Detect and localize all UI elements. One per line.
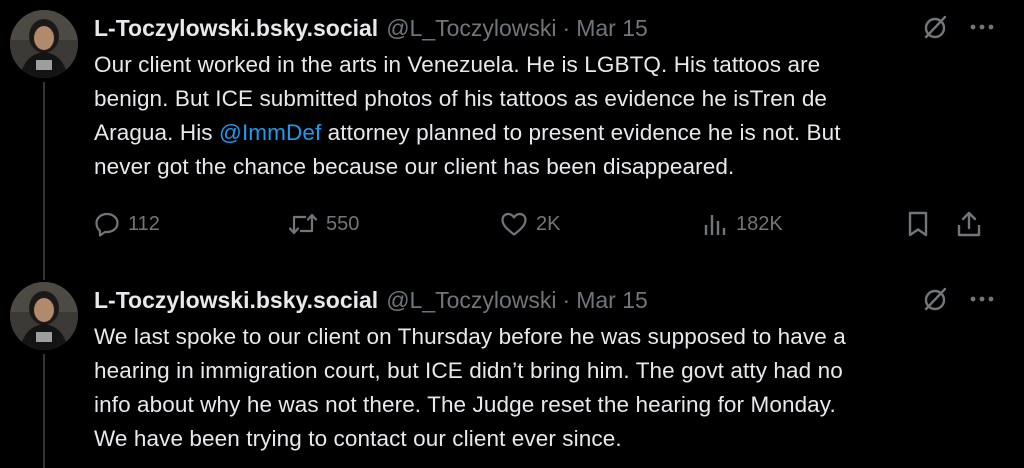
text-line: hearing in immigration court, but ICE di… — [94, 358, 843, 383]
text-line: never got the chance because our client … — [94, 154, 735, 179]
like-icon — [501, 212, 527, 236]
separator-dot: · — [562, 286, 571, 313]
tweet-header: L-Toczylowski.bsky.social @L_Toczylowski… — [94, 284, 648, 316]
grok-icon[interactable] — [922, 14, 948, 40]
text-line: Our client worked in the arts in Venezue… — [94, 52, 821, 77]
more-icon[interactable] — [970, 295, 994, 303]
like-button[interactable]: 2K — [500, 206, 560, 242]
avatar[interactable] — [10, 10, 78, 78]
text-line: info about why he was not there. The Jud… — [94, 392, 836, 417]
views-count: 182K — [736, 212, 783, 235]
tweet-header: L-Toczylowski.bsky.social @L_Toczylowski… — [94, 12, 648, 44]
bookmark-icon — [908, 211, 928, 237]
author-name[interactable]: L-Toczylowski.bsky.social — [94, 15, 378, 42]
tweet-date[interactable]: Mar 15 — [576, 15, 648, 42]
views-button[interactable]: 182K — [702, 206, 783, 242]
avatar[interactable] — [10, 282, 78, 350]
grok-icon[interactable] — [922, 286, 948, 312]
reply-icon — [95, 212, 119, 237]
reply-button[interactable]: 112 — [94, 206, 160, 242]
repost-count: 550 — [326, 212, 360, 235]
repost-button[interactable]: 550 — [288, 206, 359, 242]
text-line: Aragua. His @ImmDef attorney planned to … — [94, 120, 841, 145]
more-icon[interactable] — [970, 23, 994, 31]
author-name[interactable]: L-Toczylowski.bsky.social — [94, 287, 378, 314]
text-line: benign. But ICE submitted photos of his … — [94, 86, 828, 111]
share-icon — [957, 211, 981, 237]
tweet-text: We last spoke to our client on Thursday … — [94, 320, 994, 456]
like-count: 2K — [536, 212, 561, 235]
author-handle[interactable]: @L_Toczylowski — [386, 15, 556, 42]
tweet-date[interactable]: Mar 15 — [576, 287, 648, 314]
author-handle[interactable]: @L_Toczylowski — [386, 287, 556, 314]
bookmark-button[interactable] — [906, 206, 938, 242]
text-line: We have been trying to contact our clien… — [94, 426, 622, 451]
repost-icon — [288, 213, 318, 235]
tweet-text: Our client worked in the arts in Venezue… — [94, 48, 994, 184]
action-bar: 112 550 2K 182K — [94, 206, 994, 242]
text-line: We last spoke to our client on Thursday … — [94, 324, 846, 349]
views-icon — [704, 215, 726, 235]
tweet[interactable]: L-Toczylowski.bsky.social @L_Toczylowski… — [0, 272, 1024, 468]
reply-count: 112 — [128, 212, 160, 235]
share-button[interactable] — [956, 206, 990, 242]
tweet[interactable]: L-Toczylowski.bsky.social @L_Toczylowski… — [0, 0, 1024, 268]
separator-dot: · — [562, 14, 571, 41]
mention-link[interactable]: @ImmDef — [219, 120, 321, 145]
